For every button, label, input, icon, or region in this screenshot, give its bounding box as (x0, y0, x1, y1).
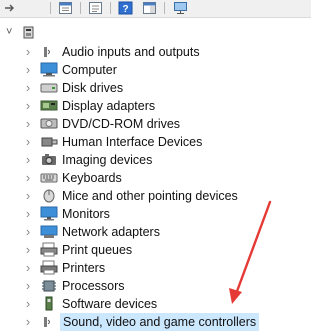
chevron-right-icon[interactable]: › (22, 45, 34, 59)
tree-item-label: Display adapters (62, 99, 156, 113)
toolbar: ? (0, 0, 311, 18)
chevron-right-icon[interactable]: › (22, 63, 34, 77)
tree-item[interactable]: › Display adapters (0, 97, 311, 115)
properties-icon[interactable] (58, 1, 74, 15)
chevron-right-icon[interactable]: › (22, 261, 34, 275)
toolbar-separator (164, 2, 165, 14)
chevron-right-icon[interactable]: › (22, 135, 34, 149)
tree-item-label: Human Interface Devices (62, 135, 203, 149)
chevron-right-icon[interactable]: › (22, 279, 34, 293)
tree-item-label: Processors (62, 279, 125, 293)
tree-item[interactable]: › Sound, video and game controllers (0, 313, 311, 331)
camera-icon (40, 152, 58, 167)
display-adapter-icon (40, 98, 58, 113)
tree-item[interactable]: › Software devices (0, 295, 311, 313)
chevron-right-icon[interactable]: › (22, 189, 34, 203)
tree-item-label: Imaging devices (62, 153, 153, 167)
tree-item[interactable]: › Keyboards (0, 169, 311, 187)
chevron-right-icon[interactable]: › (22, 153, 34, 167)
tree-item[interactable]: › DVD/CD-ROM drives (0, 115, 311, 133)
disk-drive-icon (40, 80, 58, 95)
tree-item[interactable]: › Print queues (0, 241, 311, 259)
computer-icon (40, 62, 58, 77)
chevron-down-icon[interactable]: ˅ (6, 26, 12, 38)
tree-item-label: Audio inputs and outputs (62, 45, 200, 59)
chevron-right-icon[interactable]: › (22, 297, 34, 311)
chevron-right-icon[interactable]: › (22, 99, 34, 113)
help-icon[interactable]: ? (118, 1, 134, 15)
keyboard-icon (40, 170, 58, 185)
tree-item-label: Software devices (62, 297, 158, 311)
tree-root[interactable]: ˅ (0, 25, 120, 43)
tree-item-label: Network adapters (62, 225, 160, 239)
toolbar-separator (50, 2, 51, 14)
tree-item[interactable]: › Audio inputs and outputs (0, 43, 311, 61)
audio-icon (40, 44, 58, 59)
tree-item[interactable]: › Processors (0, 277, 311, 295)
tree-item[interactable]: › Imaging devices (0, 151, 311, 169)
tree-item[interactable]: › Monitors (0, 205, 311, 223)
scan-hardware-icon[interactable] (172, 1, 188, 15)
tree-item-label: Monitors (62, 207, 110, 221)
tree-item[interactable]: › Computer (0, 61, 311, 79)
chevron-right-icon[interactable]: › (22, 81, 34, 95)
action-pane-icon[interactable] (142, 1, 158, 15)
chevron-right-icon[interactable]: › (22, 243, 34, 257)
tree-item-label: Keyboards (62, 171, 122, 185)
tree-item[interactable]: › Mice and other pointing devices (0, 187, 311, 205)
network-adapter-icon (40, 224, 58, 239)
tree-item-label: Print queues (62, 243, 133, 257)
tree-item-label: Printers (62, 261, 106, 275)
tree-item-label: Sound, video and game controllers (60, 313, 260, 331)
print-queue-icon (40, 242, 58, 257)
toolbar-separator (80, 2, 81, 14)
chevron-right-icon[interactable]: › (22, 315, 34, 329)
tree-item-label: DVD/CD-ROM drives (62, 117, 181, 131)
chevron-right-icon[interactable]: › (22, 117, 34, 131)
chevron-right-icon[interactable]: › (22, 207, 34, 221)
svg-text:?: ? (123, 4, 129, 15)
tree-item-label: Disk drives (62, 81, 124, 95)
chevron-right-icon[interactable]: › (22, 171, 34, 185)
tree-item[interactable]: › Disk drives (0, 79, 311, 97)
dvd-drive-icon (40, 116, 58, 131)
mouse-icon (40, 188, 58, 203)
tree-item-label: Computer (62, 63, 117, 77)
sound-controller-icon (40, 314, 58, 329)
monitor-icon (40, 206, 58, 221)
tree-item-label: Mice and other pointing devices (62, 189, 238, 203)
processor-icon (40, 278, 58, 293)
printer-icon (40, 260, 58, 275)
hid-icon (40, 134, 58, 149)
update-driver-icon[interactable] (88, 1, 104, 15)
tree-item[interactable]: › Human Interface Devices (0, 133, 311, 151)
chevron-right-icon[interactable]: › (22, 225, 34, 239)
toolbar-separator (110, 2, 111, 14)
forward-icon[interactable] (2, 1, 18, 15)
software-device-icon (40, 296, 58, 311)
tree-item[interactable]: › Network adapters (0, 223, 311, 241)
tree-item[interactable]: › Printers (0, 259, 311, 277)
